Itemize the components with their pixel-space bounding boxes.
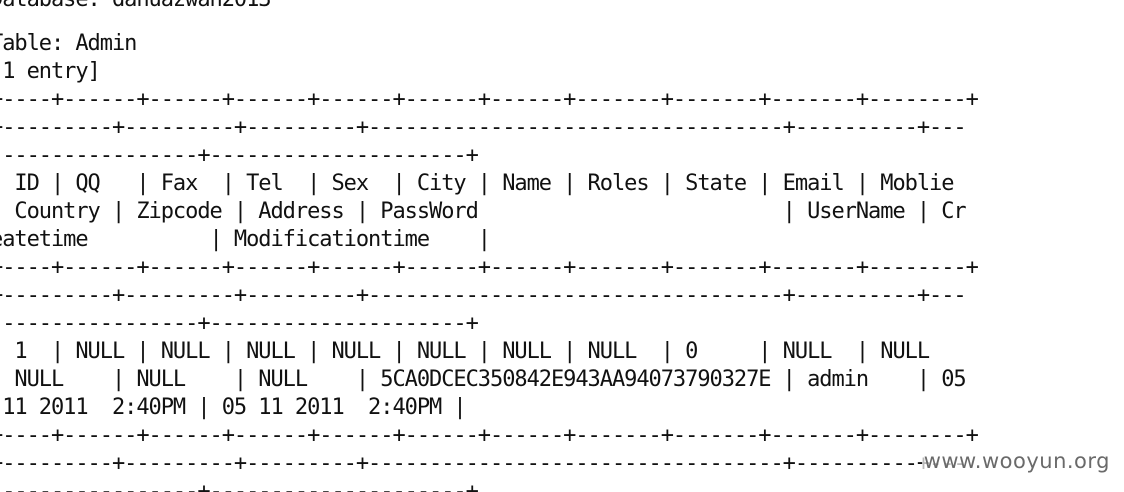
separator-line: +---------+---------+---------+---------… — [0, 451, 967, 476]
separator-line: -----------------+---------------------+ — [0, 479, 479, 492]
entry-count-line: [1 entry] — [0, 59, 101, 84]
separator-line: +----+------+------+------+------+------… — [0, 423, 979, 448]
separator-line: -----------------+---------------------+ — [0, 143, 479, 168]
separator-line: +----+------+------+------+------+------… — [0, 87, 979, 112]
column-header-line: | ID | QQ | Fax | Tel | Sex | City | Nam… — [0, 171, 954, 196]
database-line: Database: dahuazwan2013 — [0, 0, 272, 14]
separator-line: +---------+---------+---------+---------… — [0, 115, 967, 140]
column-header-line: eatetime | Modificationtime | — [0, 227, 491, 252]
data-row-line: | 1 | NULL | NULL | NULL | NULL | NULL |… — [0, 339, 930, 364]
data-row-line: 11 2011 2:40PM | 05 11 2011 2:40PM | — [0, 395, 466, 420]
watermark: www.wooyun.org — [921, 449, 1112, 473]
table-line: Table: Admin — [0, 31, 137, 56]
column-header-line: | Country | Zipcode | Address | PassWord… — [0, 199, 967, 224]
separator-line: +---------+---------+---------+---------… — [0, 283, 967, 308]
separator-line: -----------------+---------------------+ — [0, 311, 479, 336]
separator-line: +----+------+------+------+------+------… — [0, 255, 979, 280]
terminal-output: Database: dahuazwan2013 Table: Admin [1 … — [0, 0, 1124, 492]
data-row-line: | NULL | NULL | NULL | 5CA0DCEC350842E94… — [0, 367, 967, 392]
